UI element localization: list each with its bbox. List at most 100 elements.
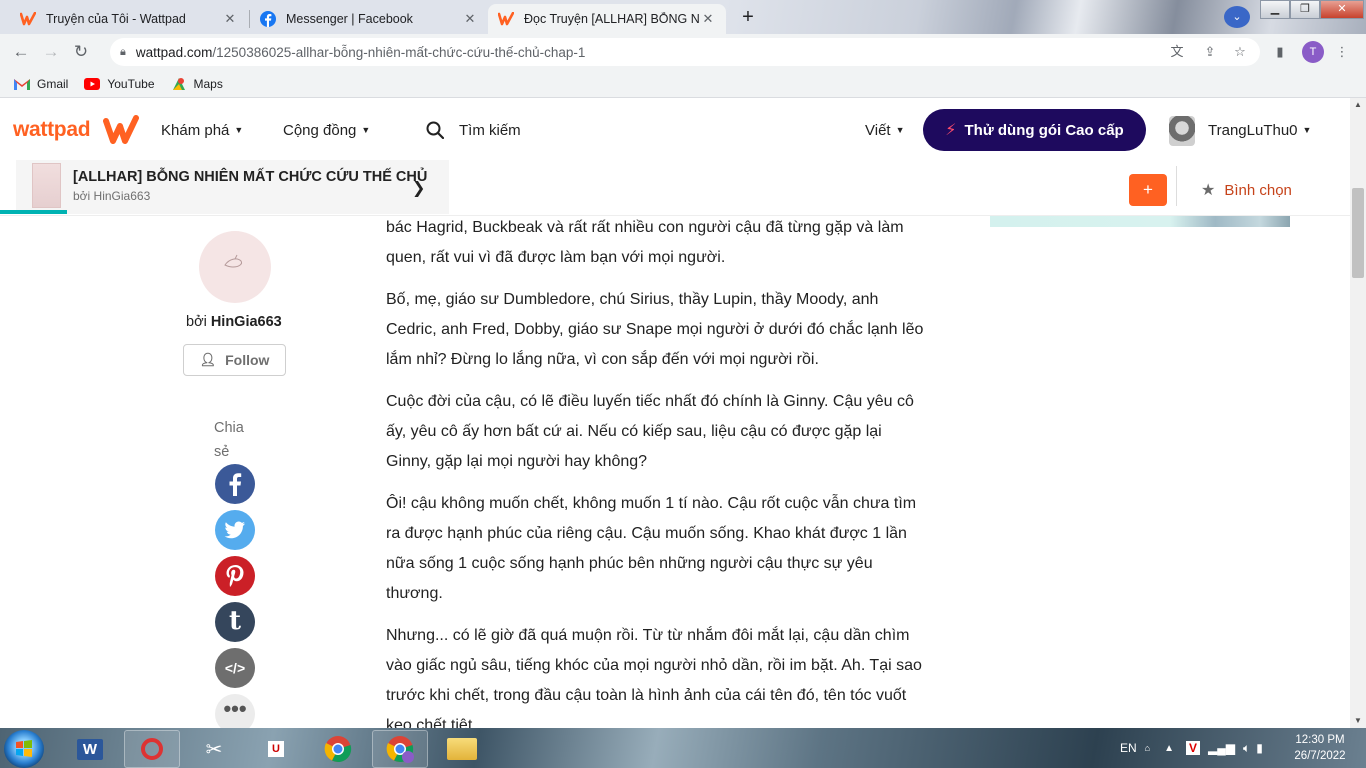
tab-close-icon[interactable]: ✕ xyxy=(700,11,716,27)
tab-messenger[interactable]: Messenger | Facebook ✕ xyxy=(250,4,488,34)
story-content: bác Hagrid, Buckbeak và rất rất nhiều co… xyxy=(386,213,931,753)
tab-title: Đọc Truyện [ALLHAR] BỖNG NHI xyxy=(524,12,700,26)
taskbar-file-explorer-icon[interactable] xyxy=(434,730,490,768)
start-button[interactable] xyxy=(4,730,44,768)
taskbar-word-icon[interactable]: W xyxy=(62,730,118,768)
nav-explore-label: Khám phá xyxy=(161,122,230,139)
browser-menu-icon[interactable]: ⋮ xyxy=(1332,42,1352,62)
follow-button[interactable]: 👤︎ Follow xyxy=(183,344,286,376)
embed-icon[interactable]: </> xyxy=(215,648,255,688)
author-line: bởi HinGia663 xyxy=(186,314,282,330)
scroll-up-arrow-icon[interactable]: ▲ xyxy=(1350,98,1366,112)
username: TrangLuThu0 xyxy=(1208,122,1298,139)
bookmark-star-icon[interactable]: ☆ xyxy=(1230,42,1250,62)
bookmark-label: Gmail xyxy=(37,76,69,91)
system-tray: EN ⌂ ▲ V ▂▄▆ 🔈︎ ▮ xyxy=(1120,728,1263,768)
author-name[interactable]: HinGia663 xyxy=(211,314,282,330)
bookmark-label: Maps xyxy=(193,76,223,91)
back-arrow-icon[interactable]: ← xyxy=(6,37,36,67)
wattpad-favicon-icon xyxy=(20,11,36,27)
battery-icon[interactable]: ▮ xyxy=(1256,741,1263,755)
translate-icon[interactable]: 文 xyxy=(1167,42,1187,62)
user-menu[interactable]: TrangLuThu0 ▼ xyxy=(1208,122,1311,139)
facebook-icon[interactable] xyxy=(215,464,255,504)
taskbar-snipping-tool-icon[interactable]: ✂ xyxy=(186,730,242,768)
nav-write[interactable]: Viết ▼ xyxy=(865,122,905,139)
chevron-down-icon: ▼ xyxy=(234,125,244,135)
vote-label: Bình chọn xyxy=(1224,181,1292,199)
user-avatar[interactable] xyxy=(1169,116,1195,146)
taskbar-unikey-icon[interactable]: U xyxy=(248,730,304,768)
bookmark-maps[interactable]: Maps xyxy=(171,76,223,92)
pinterest-icon[interactable] xyxy=(215,556,255,596)
try-premium-button[interactable]: ⚡︎ Thử dùng gói Cao cấp xyxy=(923,109,1146,151)
vote-button[interactable]: ★ Bình chọn xyxy=(1201,180,1292,200)
show-hidden-icons-icon[interactable]: ▲ xyxy=(1164,743,1174,754)
premium-label: Thử dùng gói Cao cấp xyxy=(964,121,1124,139)
star-icon: ★ xyxy=(1201,182,1216,199)
tab-close-icon[interactable]: ✕ xyxy=(222,11,238,27)
nav-explore[interactable]: Khám phá ▼ xyxy=(161,122,243,139)
search-icon[interactable] xyxy=(426,121,444,139)
tumblr-icon[interactable]: t xyxy=(215,602,255,642)
story-paragraph: bác Hagrid, Buckbeak và rất rất nhiều co… xyxy=(386,219,904,266)
twitter-icon[interactable] xyxy=(215,510,255,550)
taskbar-ccleaner-icon[interactable] xyxy=(124,730,180,768)
bookmark-label: YouTube xyxy=(107,76,155,91)
wattpad-logo[interactable]: wattpad xyxy=(13,118,91,142)
taskbar-chrome-profile-icon[interactable] xyxy=(372,730,428,768)
bookmark-youtube[interactable]: YouTube xyxy=(84,76,155,91)
url-path: /1250386025-allhar-bỗng-nhiên-mất-chức-c… xyxy=(212,44,586,60)
bookmarks-bar: Gmail YouTube Maps xyxy=(0,70,1366,98)
network-signal-icon[interactable]: ▂▄▆ xyxy=(1208,741,1235,755)
youtube-icon xyxy=(84,77,101,90)
scrollbar-thumb[interactable] xyxy=(1352,188,1364,278)
chevron-down-icon: ▼ xyxy=(1302,125,1312,135)
share-label: Chia sẻ xyxy=(214,420,244,460)
profile-avatar[interactable]: T xyxy=(1302,41,1324,63)
story-paragraph: Ôi! cậu không muốn chết, không muốn 1 tí… xyxy=(386,495,917,602)
chevron-down-icon[interactable]: ❯ xyxy=(412,178,425,198)
clock[interactable]: 12:30 PM 26/7/2022 xyxy=(1284,732,1356,764)
divider xyxy=(1176,166,1177,206)
tab-title: Messenger | Facebook xyxy=(286,12,413,26)
tab-doc-truyen[interactable]: Đọc Truyện [ALLHAR] BỖNG NHI ✕ xyxy=(488,4,726,34)
nav-search[interactable]: Tìm kiếm xyxy=(459,122,521,139)
share-icon[interactable]: ⇪ xyxy=(1200,42,1220,62)
nav-community-label: Cộng đồng xyxy=(283,122,357,139)
close-window-button[interactable]: ✕ xyxy=(1320,0,1364,19)
minimize-button[interactable]: ▁ xyxy=(1260,0,1290,19)
browser-tab-strip: Truyện của Tôi - Wattpad ✕ Messenger | F… xyxy=(0,0,1366,34)
unikey-tray-icon[interactable]: V xyxy=(1186,741,1201,755)
address-bar[interactable]: 🔒︎ wattpad.com/1250386025-allhar-bỗng-nh… xyxy=(110,38,1260,66)
side-panel-icon[interactable]: ▮ xyxy=(1270,42,1290,62)
forward-arrow-icon[interactable]: → xyxy=(36,37,66,67)
language-indicator[interactable]: EN xyxy=(1120,741,1137,755)
story-toolbar: [ALLHAR] BỖNG NHIÊN MẤT CHỨC CỨU THẾ CHỦ… xyxy=(0,160,1350,216)
author-prefix: bởi xyxy=(186,314,207,330)
tab-title: Truyện của Tôi - Wattpad xyxy=(46,12,186,26)
wattpad-favicon-icon xyxy=(498,11,514,27)
scroll-down-arrow-icon[interactable]: ▼ xyxy=(1350,714,1366,728)
follow-label: Follow xyxy=(225,352,270,368)
taskbar-chrome-icon[interactable] xyxy=(310,730,366,768)
windows-taskbar: W ✂ U EN ⌂ ▲ V ▂▄▆ 🔈︎ ▮ 12:30 PM 26/7/20… xyxy=(0,728,1366,768)
wattpad-w-logo-icon[interactable] xyxy=(103,115,139,145)
tab-close-icon[interactable]: ✕ xyxy=(462,11,478,27)
story-selector[interactable]: [ALLHAR] BỖNG NHIÊN MẤT CHỨC CỨU THẾ CHỦ… xyxy=(16,160,449,214)
bookmark-gmail[interactable]: Gmail xyxy=(14,77,68,91)
nav-community[interactable]: Cộng đồng ▼ xyxy=(283,122,370,139)
url-host: wattpad.com xyxy=(135,44,213,60)
volume-icon[interactable]: 🔈︎ xyxy=(1243,741,1250,756)
lock-icon: 🔒︎ xyxy=(120,45,126,58)
tab-search-chevron-icon[interactable]: ⌄ xyxy=(1224,6,1250,28)
maximize-button[interactable]: ❐ xyxy=(1290,0,1320,19)
author-avatar[interactable] xyxy=(199,231,271,303)
advertisement-banner[interactable] xyxy=(990,216,1290,227)
browser-toolbar: ← → ↻ 🔒︎ wattpad.com/1250386025-allhar-b… xyxy=(0,34,1366,70)
keyboard-layout-icon[interactable]: ⌂ xyxy=(1145,743,1150,753)
add-to-library-button[interactable]: + xyxy=(1129,174,1167,206)
tab-truyen-cua-toi[interactable]: Truyện của Tôi - Wattpad ✕ xyxy=(10,4,248,34)
new-tab-button[interactable]: + xyxy=(734,6,762,30)
reload-icon[interactable]: ↻ xyxy=(66,37,96,67)
